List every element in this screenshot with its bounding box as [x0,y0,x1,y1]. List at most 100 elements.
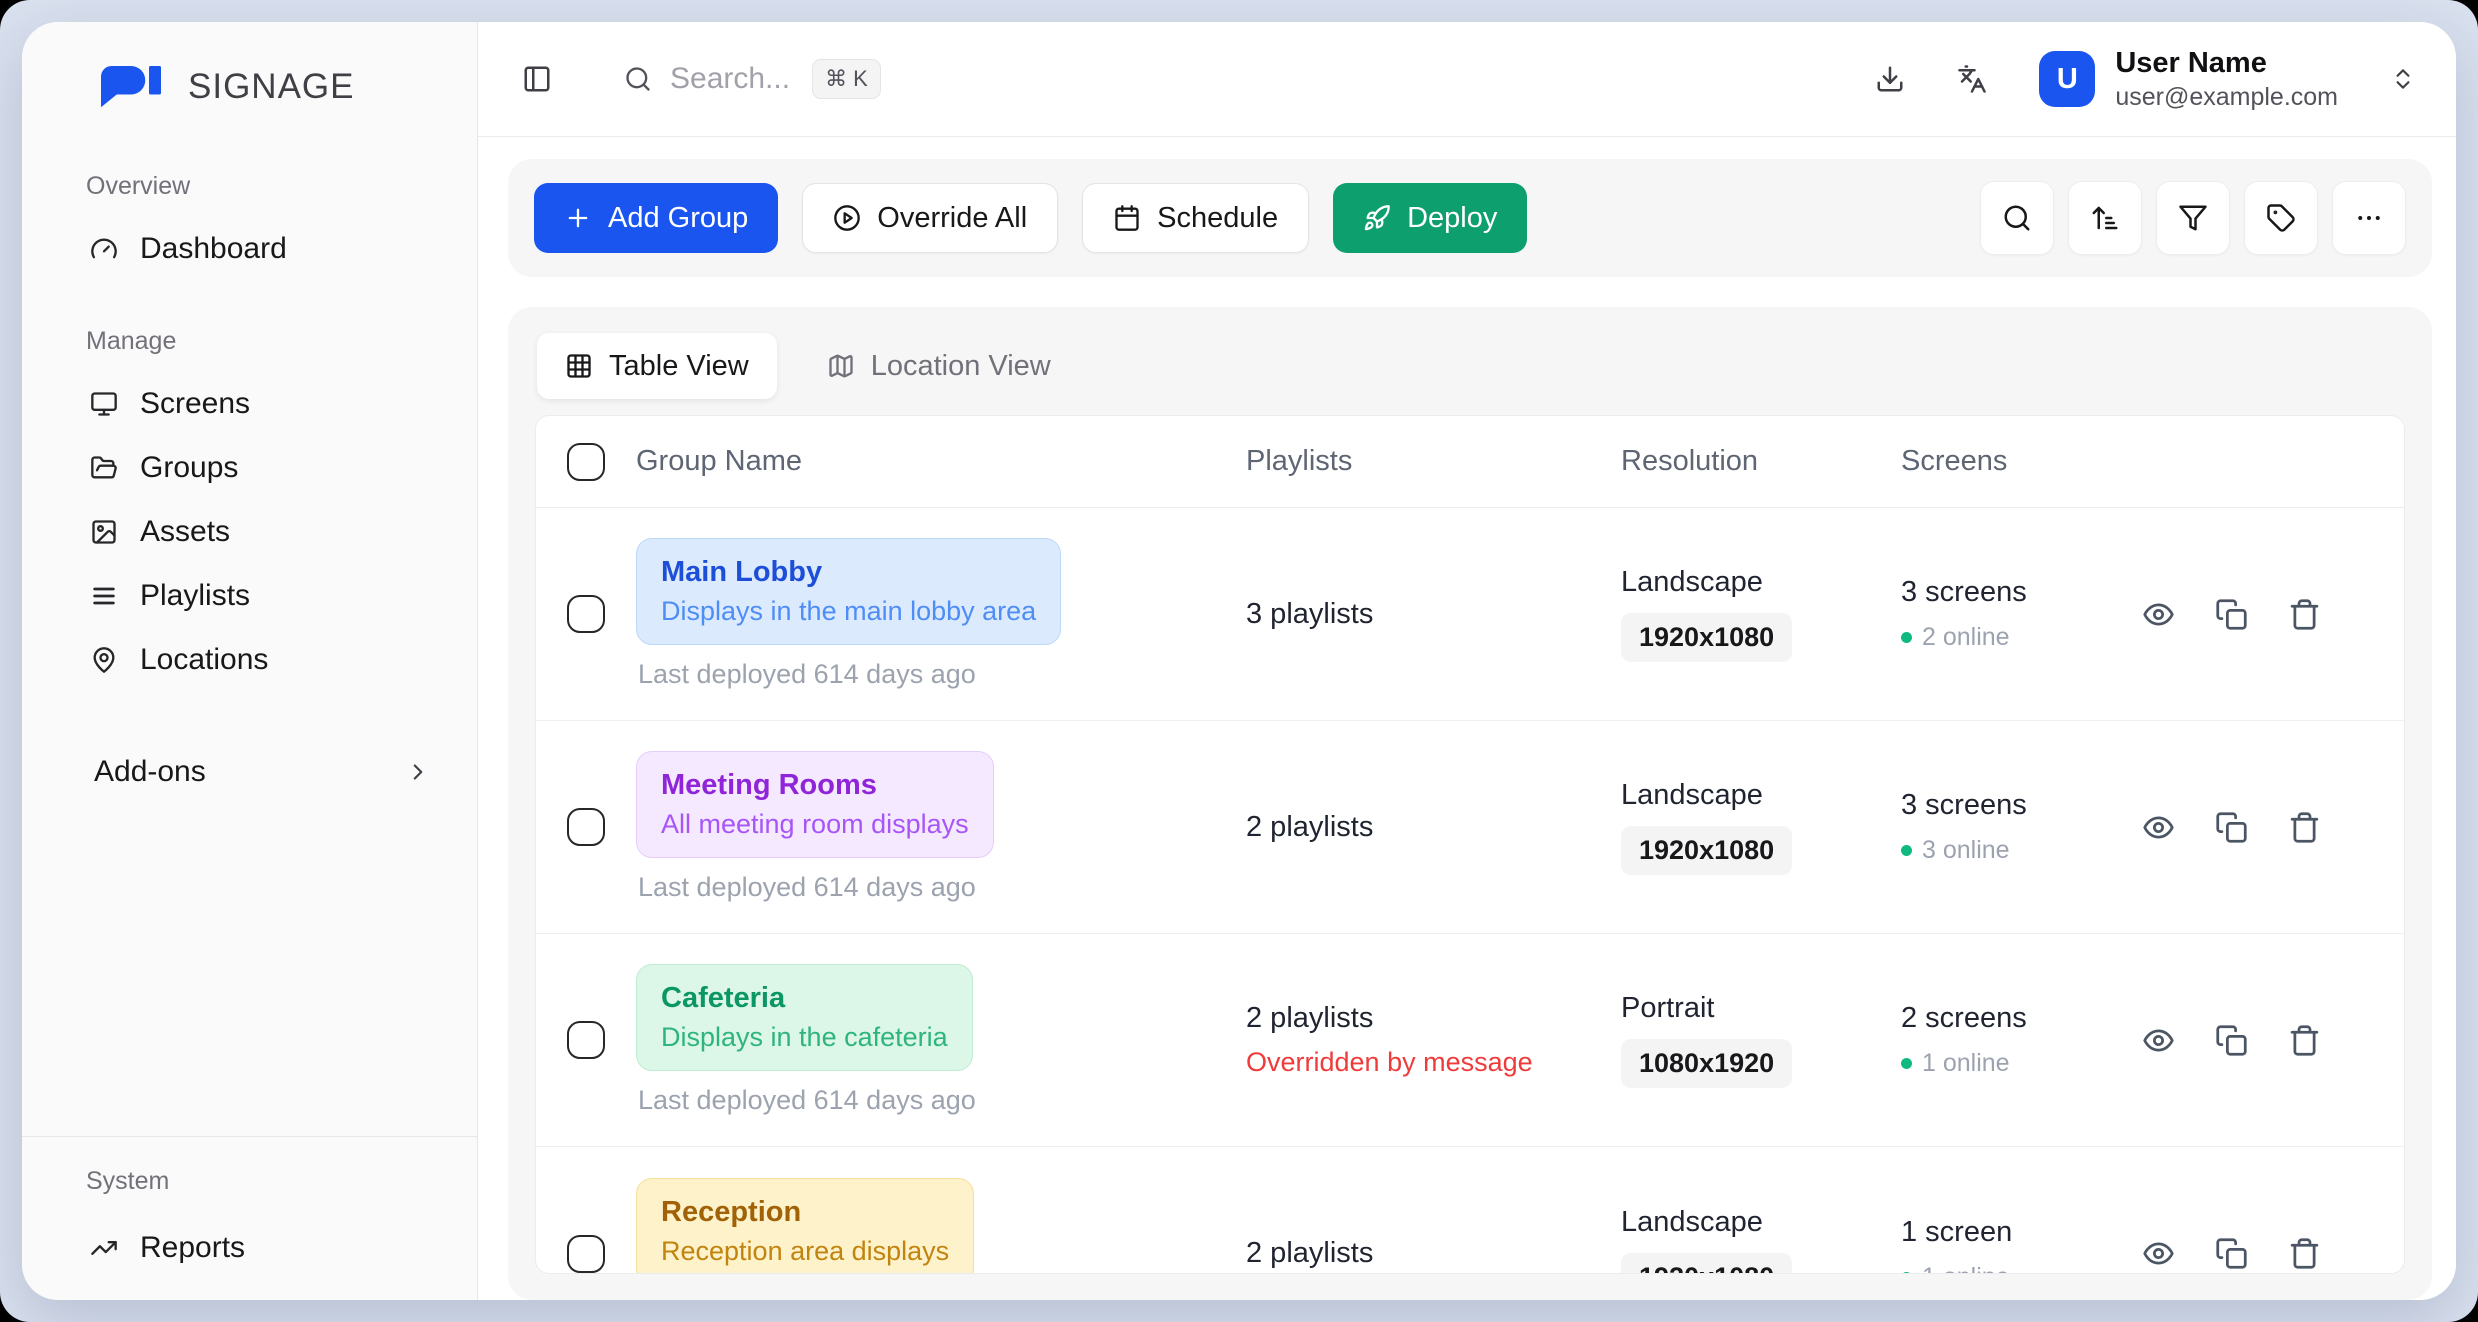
view-group-button[interactable] [2142,1024,2175,1057]
plus-icon [564,204,592,232]
select-all-checkbox[interactable] [567,443,605,481]
sidebar-item-label: Reports [140,1231,245,1265]
view-group-button[interactable] [2142,598,2175,631]
sidebar-item-label: Playlists [140,579,250,613]
group-name-card[interactable]: Meeting Rooms All meeting room displays [636,751,994,858]
resolution-badge: 1920x1080 [1621,826,1792,875]
orientation-label: Landscape [1621,566,1763,599]
view-group-button[interactable] [2142,1237,2175,1270]
section-label-overview: Overview [86,172,477,201]
schedule-button[interactable]: Schedule [1082,183,1309,253]
user-name: User Name [2115,45,2338,81]
folder-open-icon [90,454,118,482]
orientation-label: Landscape [1621,1206,1763,1239]
row-checkbox[interactable] [567,595,605,633]
table-search-button[interactable] [1980,181,2054,255]
sidebar-item-label: Screens [140,387,250,421]
add-group-button[interactable]: Add Group [534,183,778,253]
content-area: Add Group Override All Schedule Deploy [478,137,2456,1300]
table-body: Main Lobby Displays in the main lobby ar… [536,508,2404,1274]
online-dot-icon [1901,1058,1912,1069]
funnel-icon [2178,203,2208,233]
group-name: Cafeteria [661,982,948,1015]
sort-button[interactable] [2068,181,2142,255]
view-group-button[interactable] [2142,811,2175,844]
sidebar-item-label: Locations [140,643,268,677]
trash-icon [2288,1024,2321,1057]
sidebar-item-reports[interactable]: Reports [22,1216,477,1280]
resolution-badge: 1920x1080 [1621,613,1792,662]
sidebar-item-locations[interactable]: Locations [22,628,477,692]
screens-count: 1 screen [1901,1216,2012,1249]
tab-label: Location View [871,350,1051,383]
language-button[interactable] [1957,64,1987,94]
trending-up-icon [90,1234,118,1262]
list-icon [90,582,118,610]
delete-group-button[interactable] [2288,811,2321,844]
playlists-count: 2 playlists [1246,811,1373,844]
search-input[interactable]: Search... ⌘ K [624,59,881,99]
more-options-button[interactable] [2332,181,2406,255]
sidebar-item-addons[interactable]: Add-ons [22,740,477,804]
search-icon [2002,203,2032,233]
eye-icon [2142,598,2175,631]
group-name-card[interactable]: Reception Reception area displays [636,1178,974,1275]
last-deployed-text: Last deployed 614 days ago [638,1085,976,1116]
section-label-manage: Manage [86,327,477,356]
sidebar-item-assets[interactable]: Assets [22,500,477,564]
sidebar-item-playlists[interactable]: Playlists [22,564,477,628]
tab-table-view[interactable]: Table View [537,333,777,399]
group-description: Reception area displays [661,1236,949,1267]
column-header-playlists: Playlists [1246,445,1621,478]
online-dot-icon [1901,845,1912,856]
deploy-button[interactable]: Deploy [1333,183,1527,253]
delete-group-button[interactable] [2288,1237,2321,1270]
topbar: Search... ⌘ K U User Name user@example.c… [478,22,2456,137]
sidebar-toggle-button[interactable] [522,64,552,94]
online-count: 1 online [1922,1263,2010,1275]
delete-group-button[interactable] [2288,1024,2321,1057]
column-header-screens: Screens [1901,445,2126,478]
user-menu-button[interactable] [2390,66,2416,92]
override-all-button[interactable]: Override All [802,183,1058,253]
download-icon [1875,64,1905,94]
download-button[interactable] [1875,64,1905,94]
copy-icon [2215,1237,2248,1270]
row-checkbox[interactable] [567,1235,605,1273]
group-name-card[interactable]: Cafeteria Displays in the cafeteria [636,964,973,1071]
tab-location-view[interactable]: Location View [799,333,1079,399]
pisignage-logo-icon [98,66,176,108]
table-icon [565,352,593,380]
duplicate-group-button[interactable] [2215,1024,2248,1057]
screens-count: 3 screens [1901,789,2027,822]
group-name: Meeting Rooms [661,769,969,802]
sidebar-item-dashboard[interactable]: Dashboard [22,217,477,281]
sidebar-item-screens[interactable]: Screens [22,372,477,436]
deploy-label: Deploy [1407,202,1497,235]
group-name-card[interactable]: Main Lobby Displays in the main lobby ar… [636,538,1061,645]
toolbar-icon-group [1980,181,2406,255]
brand-name: SIGNAGE [188,67,354,107]
gauge-icon [90,235,118,263]
group-name: Main Lobby [661,556,1036,589]
row-checkbox[interactable] [567,1021,605,1059]
online-status: 3 online [1901,836,2010,865]
chevron-right-icon [405,759,431,785]
online-dot-icon [1901,1272,1912,1275]
duplicate-group-button[interactable] [2215,1237,2248,1270]
duplicate-group-button[interactable] [2215,811,2248,844]
tags-button[interactable] [2244,181,2318,255]
row-checkbox[interactable] [567,808,605,846]
sidebar-item-groups[interactable]: Groups [22,436,477,500]
resolution-badge: 1080x1920 [1621,1039,1792,1088]
play-circle-icon [833,204,861,232]
delete-group-button[interactable] [2288,598,2321,631]
last-deployed-text: Last deployed 614 days ago [638,659,976,690]
duplicate-group-button[interactable] [2215,598,2248,631]
online-status: 2 online [1901,623,2010,652]
sidebar: SIGNAGE Overview Dashboard Manage Screen… [22,22,478,1300]
sort-ascending-icon [2090,203,2120,233]
user-info[interactable]: User Name user@example.com [2115,45,2338,113]
avatar[interactable]: U [2039,51,2095,107]
filter-button[interactable] [2156,181,2230,255]
